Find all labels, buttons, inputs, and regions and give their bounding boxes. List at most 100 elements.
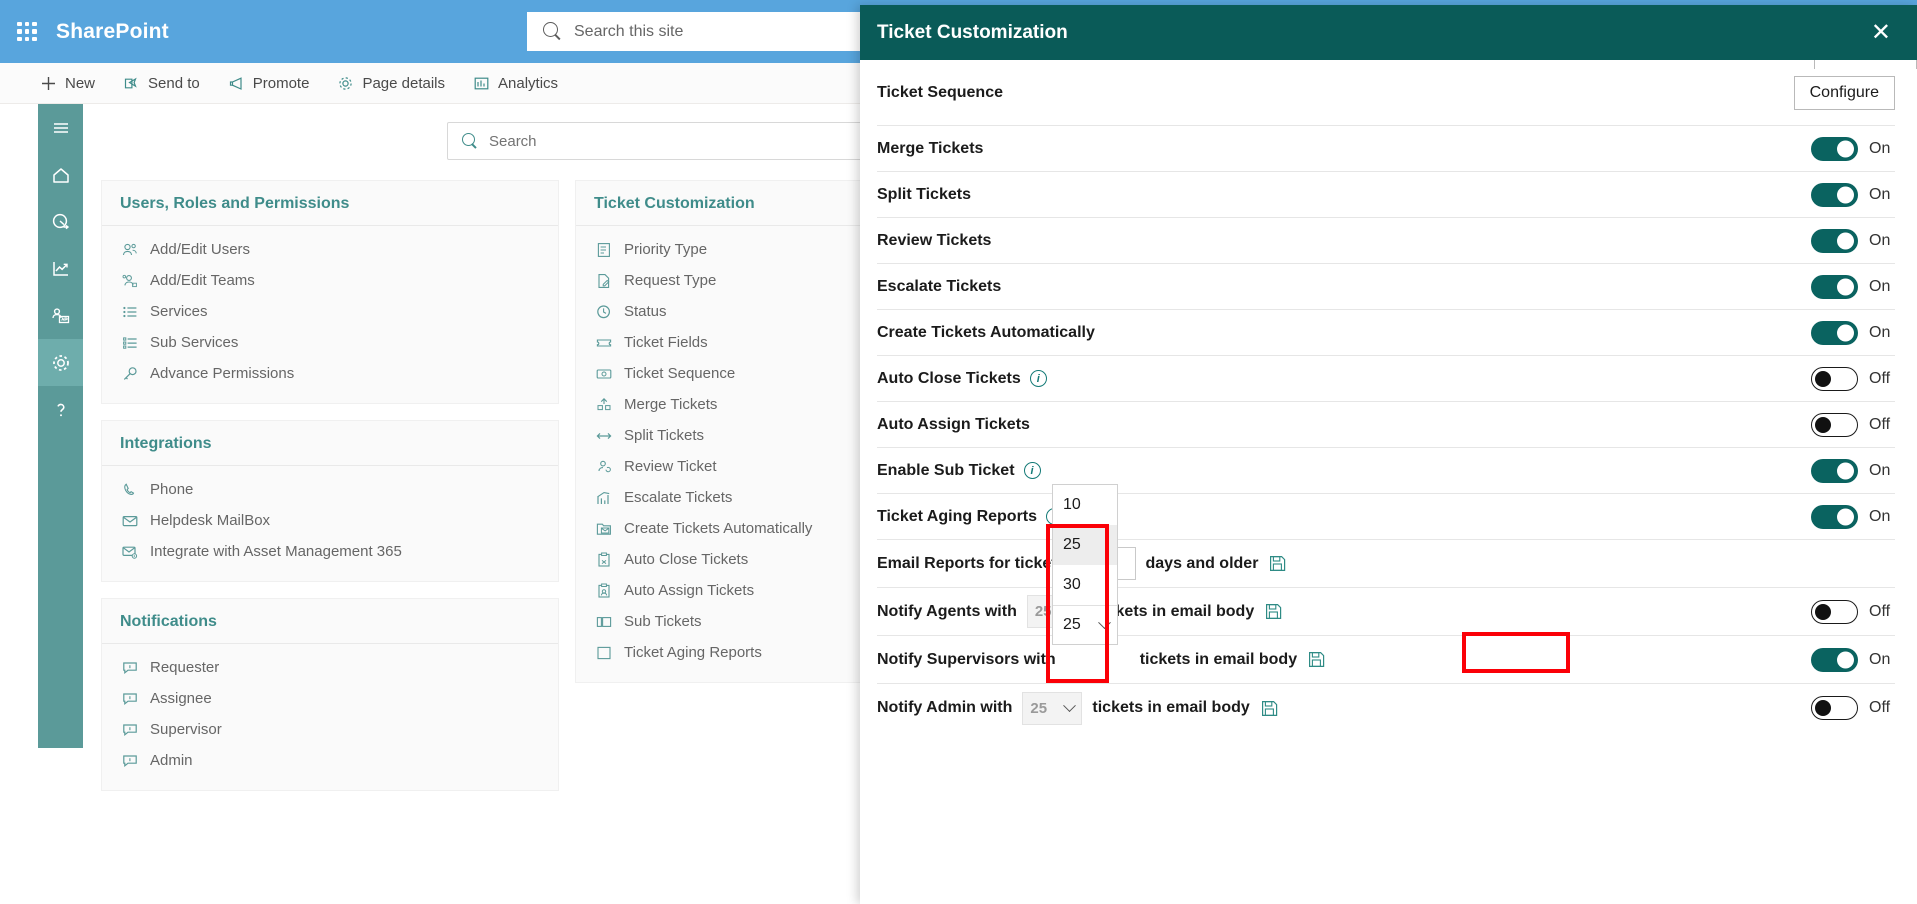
chevron-down-icon [1098, 615, 1111, 629]
list-item[interactable]: Admin [102, 745, 558, 776]
notify-admin-count-select[interactable]: 25 [1022, 691, 1083, 725]
analytics-button[interactable]: Analytics [459, 63, 572, 104]
list-item[interactable]: Add/Edit Users [102, 234, 558, 265]
list-item[interactable]: Phone [102, 474, 558, 505]
list-item-label: Ticket Aging Reports [624, 644, 762, 661]
list-item[interactable]: Supervisor [102, 714, 558, 745]
notify-admin-count-value: 25 [1030, 699, 1048, 717]
rail-item-agents[interactable] [38, 292, 83, 339]
clipboard-assign-icon [594, 581, 613, 600]
dropdown-option-10[interactable]: 10 [1053, 485, 1117, 525]
list-item-label: Services [150, 303, 208, 320]
list-item[interactable]: Requester [102, 652, 558, 683]
list-item-label: Helpdesk MailBox [150, 512, 271, 529]
save-icon[interactable] [1264, 602, 1283, 621]
toggle-group: On [1811, 504, 1895, 529]
toggle-group: On [1811, 320, 1895, 345]
toggle-state: Off [1869, 699, 1891, 716]
team-icon [120, 271, 139, 290]
question-mark-icon [56, 403, 65, 416]
list-item-label: Ticket Sequence [624, 365, 736, 382]
home-icon [52, 167, 69, 183]
rail-item-home[interactable] [38, 151, 83, 198]
merge-icon [594, 395, 613, 414]
row-label: Auto Close Tickets [877, 369, 1021, 387]
dropdown-selected-value-box[interactable]: 25 [1053, 605, 1117, 644]
page-details-label: Page details [362, 74, 445, 92]
priority-list-icon [594, 240, 613, 259]
promote-label: Promote [252, 74, 310, 92]
row-label-group: Ticket Aging Reports i [877, 507, 1064, 526]
row-label: Merge Tickets [877, 139, 984, 157]
notify-agents-toggle[interactable] [1811, 599, 1858, 624]
row-label-group: Auto Close Tickets i [877, 370, 1047, 388]
split-tickets-toggle[interactable] [1811, 182, 1858, 207]
row-notify-supervisors: Notify Supervisors with tickets in email… [877, 636, 1895, 684]
rail-item-dashboard[interactable] [38, 198, 83, 245]
comment-icon [120, 720, 139, 739]
notify-admin-toggle[interactable] [1811, 696, 1858, 720]
app-launcher-icon[interactable] [12, 17, 42, 47]
escalate-tickets-toggle[interactable] [1811, 274, 1858, 299]
row-label: Create Tickets Automatically [877, 323, 1095, 341]
dropdown-option-30[interactable]: 30 [1053, 565, 1117, 605]
list-item[interactable]: Sub Services [102, 327, 558, 358]
ticket-aging-reports-toggle[interactable] [1811, 504, 1858, 529]
auto-close-tickets-toggle[interactable] [1811, 366, 1858, 391]
promote-button[interactable]: Promote [214, 63, 324, 104]
configure-button[interactable]: Configure [1793, 75, 1895, 110]
dropdown-option-25[interactable]: 25 [1053, 525, 1117, 565]
auto-assign-tickets-toggle[interactable] [1811, 412, 1858, 437]
notify-supervisors-prefix: Notify Supervisors with [877, 650, 1056, 668]
email-reports-suffix: days and older [1145, 554, 1259, 572]
toggle-state: On [1869, 507, 1891, 525]
notify-agents-suffix: tickets in email body [1096, 602, 1255, 620]
save-icon[interactable] [1260, 699, 1279, 718]
merge-tickets-toggle[interactable] [1811, 136, 1858, 161]
list-item[interactable]: Helpdesk MailBox [102, 505, 558, 536]
days-dropdown-menu[interactable]: 10 25 30 25 [1052, 484, 1118, 645]
save-icon[interactable] [1268, 554, 1287, 573]
list-item-label: Merge Tickets [624, 396, 718, 413]
comment-icon [120, 689, 139, 708]
new-button[interactable]: New [26, 63, 109, 104]
rail-item-help[interactable] [38, 386, 83, 433]
toggle-state: On [1869, 461, 1891, 479]
create-tickets-automatically-toggle[interactable] [1811, 320, 1858, 345]
row-label: Auto Assign Tickets [877, 415, 1030, 433]
list-item[interactable]: Add/Edit Teams [102, 265, 558, 296]
notify-admin-prefix: Notify Admin with [877, 699, 1013, 716]
list-item[interactable]: Advance Permissions [102, 358, 558, 389]
notify-supervisors-group: Notify Supervisors with tickets in email… [877, 650, 1326, 669]
row-merge-tickets: Merge Tickets On [877, 126, 1895, 172]
rail-item-menu[interactable] [38, 104, 83, 151]
review-tickets-toggle[interactable] [1811, 228, 1858, 253]
hamburger-icon [53, 122, 68, 133]
close-icon[interactable]: ✕ [1871, 20, 1891, 45]
info-icon[interactable]: i [1029, 370, 1047, 387]
comment-icon [120, 658, 139, 677]
info-icon[interactable]: i [1023, 462, 1041, 479]
people-board-icon [51, 307, 69, 323]
list-item-label: Escalate Tickets [624, 489, 733, 506]
list-icon [120, 302, 139, 321]
rail-item-settings[interactable] [38, 339, 83, 386]
list-item[interactable]: Integrate with Asset Management 365 [102, 536, 558, 567]
list-item[interactable]: Assignee [102, 683, 558, 714]
list-item[interactable]: Services [102, 296, 558, 327]
send-to-button[interactable]: Send to [109, 63, 214, 104]
card-notifications: Notifications Requester Assignee Supervi… [101, 598, 559, 791]
row-label: Enable Sub Ticket [877, 461, 1015, 479]
row-label: Ticket Aging Reports [877, 507, 1038, 525]
toggle-state: On [1869, 231, 1891, 249]
rail-item-reports[interactable] [38, 245, 83, 292]
search-placeholder: Search [489, 132, 537, 150]
enable-sub-ticket-toggle[interactable] [1811, 458, 1858, 483]
page-details-button[interactable]: Page details [323, 63, 459, 104]
save-icon[interactable] [1307, 650, 1326, 669]
notify-supervisors-toggle[interactable] [1811, 647, 1858, 672]
row-ticket-sequence: Ticket Sequence Configure [877, 60, 1895, 126]
ticket-icon [594, 333, 613, 352]
sharepoint-brand[interactable]: SharePoint [56, 20, 169, 44]
toggle-group: Off [1811, 366, 1895, 391]
